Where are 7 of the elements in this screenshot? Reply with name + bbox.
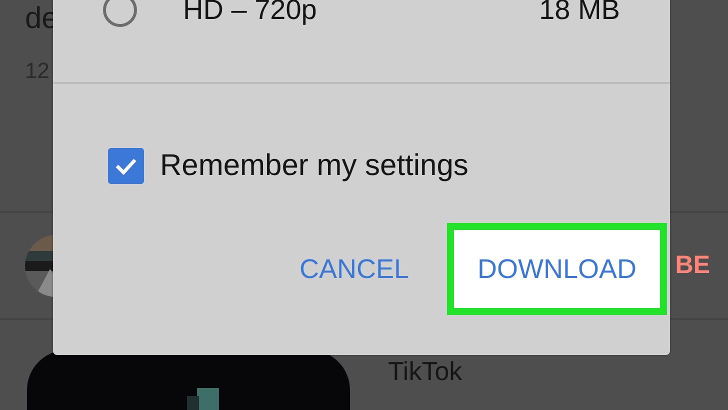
- checkbox[interactable]: [108, 148, 144, 184]
- cancel-button[interactable]: CANCEL: [299, 254, 409, 284]
- checkbox-label: Remember my settings: [160, 149, 468, 183]
- radio-button[interactable]: [103, 0, 137, 27]
- download-button[interactable]: DOWNLOAD: [447, 223, 667, 315]
- video-title: TikTok: [388, 356, 462, 388]
- action-text[interactable]: BE: [675, 251, 710, 280]
